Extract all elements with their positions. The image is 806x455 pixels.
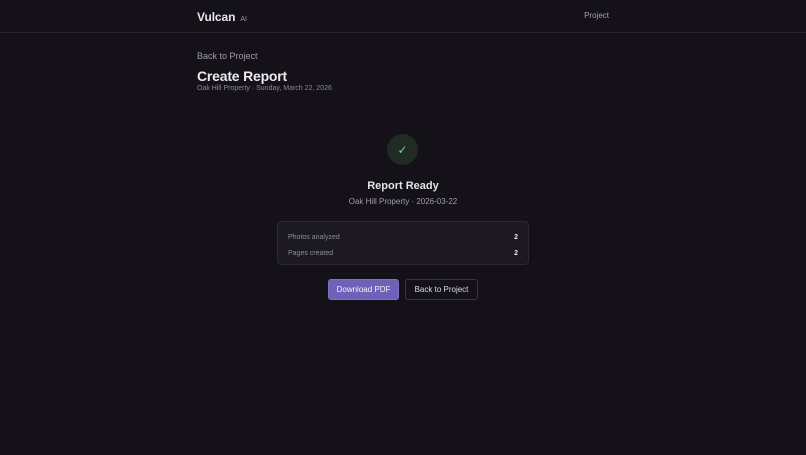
back-to-project-button[interactable]: Back to Project <box>405 279 478 300</box>
download-pdf-button[interactable]: Download PDF <box>328 279 399 300</box>
report-stats-card: Photos analyzed 2 Pages created 2 <box>277 221 529 265</box>
check-icon: ✓ <box>397 142 408 157</box>
stat-value: 2 <box>514 249 518 257</box>
page-subtitle: Oak Hill Property · Sunday, March 22, 20… <box>197 85 332 92</box>
stat-row-photos: Photos analyzed 2 <box>288 231 518 243</box>
brand-logo[interactable]: Vulcan AI <box>197 10 247 24</box>
stat-row-pages: Pages created 2 <box>288 247 518 259</box>
stat-label: Photos analyzed <box>288 233 340 241</box>
report-ready-subtitle: Oak Hill Property · 2026-03-22 <box>348 197 458 206</box>
brand-badge: AI <box>240 16 247 23</box>
top-nav-bar: Vulcan AI Project <box>0 0 806 33</box>
nav-project-link[interactable]: Project <box>584 11 609 20</box>
page-title: Create Report <box>197 68 287 84</box>
brand-name: Vulcan <box>197 10 236 24</box>
stat-label: Pages created <box>288 249 334 257</box>
back-to-project-link[interactable]: Back to Project <box>197 51 258 61</box>
stat-value: 2 <box>514 233 518 241</box>
success-badge: ✓ <box>387 134 418 165</box>
report-ready-title: Report Ready <box>367 180 439 192</box>
